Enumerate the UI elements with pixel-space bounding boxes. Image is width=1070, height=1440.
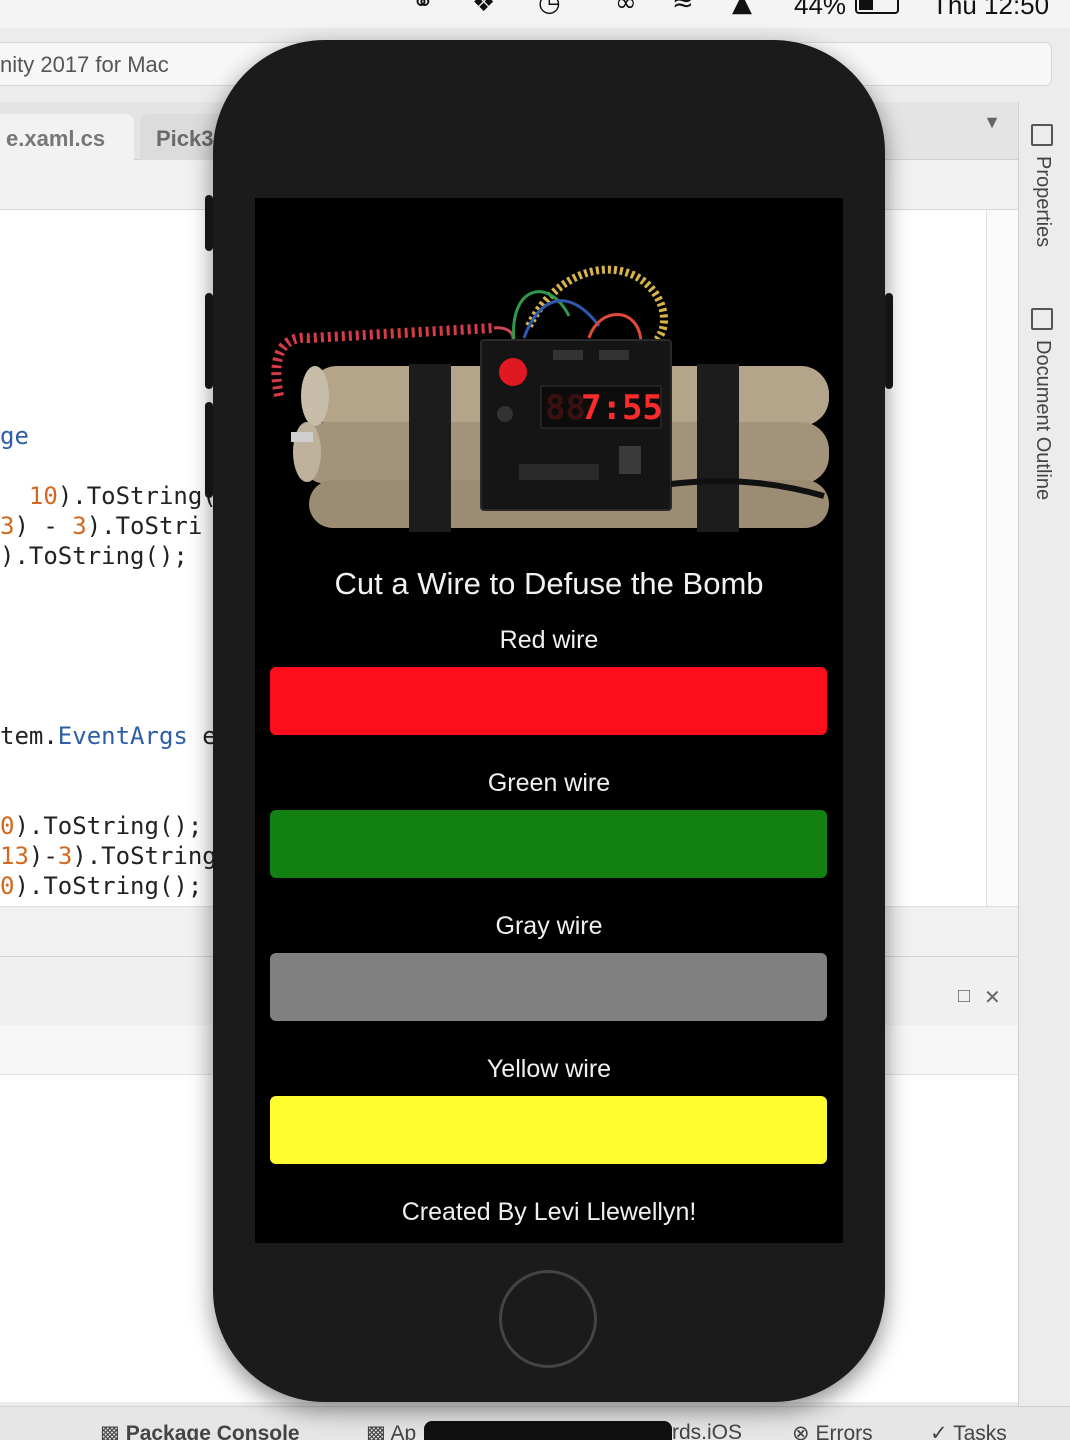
time-machine-icon[interactable]: ◷: [538, 0, 561, 18]
code-line: 0).ToString();: [0, 872, 203, 900]
window-title: nity 2017 for Mac: [0, 52, 169, 77]
red-wire-button[interactable]: [270, 667, 827, 735]
volume-up-button: [205, 293, 213, 389]
iphone-simulator: 7:55 88 Cut a Wire to Defuse the Bomb Re…: [205, 40, 893, 1402]
airplay-icon[interactable]: ▲: [732, 0, 752, 18]
app-screen: 7:55 88 Cut a Wire to Defuse the Bomb Re…: [255, 198, 843, 1243]
code-line: tem.EventArgs e: [0, 722, 217, 750]
credit-text: Created By Levi Llewellyn!: [401, 1198, 697, 1226]
mute-switch: [205, 195, 213, 251]
creative-cloud-icon[interactable]: ⚭: [412, 0, 434, 18]
properties-icon: [1031, 124, 1053, 146]
tab-label: e.xaml.cs: [6, 126, 106, 151]
yellow-wire-label: Yellow wire: [486, 1055, 612, 1083]
code-line: ge: [0, 422, 29, 450]
battery-percent[interactable]: 44%: [794, 0, 846, 21]
close-icon[interactable]: ✕: [984, 985, 1001, 1010]
error-icon: ⊗: [792, 1422, 810, 1440]
code-line: 10).ToString(: [28, 482, 217, 510]
right-side-panel: Properties Document Outline: [1018, 102, 1070, 1406]
dropbox-icon[interactable]: ❖: [472, 0, 495, 18]
volume-down-button: [205, 402, 213, 498]
yellow-wire-button[interactable]: [270, 1096, 827, 1164]
status-bar: ▩ Package Console ▩ Ap rds.iOS ⊗ Errors …: [0, 1406, 1070, 1440]
bomb-timer-display: 7:55: [581, 388, 663, 428]
code-line: ).ToString();: [0, 542, 188, 570]
tab-label: Pick3: [156, 126, 214, 151]
document-outline-icon: [1031, 308, 1053, 330]
menu-clock[interactable]: Thu 12:50: [932, 0, 1049, 21]
bluetooth-icon[interactable]: ∞: [615, 0, 637, 18]
svg-text:88: 88: [545, 388, 586, 428]
tab-overflow-chevron-down-icon[interactable]: ▼: [972, 112, 1012, 156]
battery-icon[interactable]: [855, 0, 899, 14]
package-console-button[interactable]: ▩ Package Console: [100, 1421, 300, 1440]
terminal-icon: ▩: [366, 1422, 386, 1440]
code-line: 3) - 3).ToStri: [0, 512, 203, 540]
editor-scrollbar[interactable]: [986, 210, 1018, 906]
maximize-icon[interactable]: □: [958, 985, 970, 1008]
menu-bar: ⚭ ❖ ◷ ∞ ≈ ▲ 44% Thu 12:50: [0, 0, 1070, 28]
tab-xaml-cs[interactable]: e.xaml.cs: [0, 114, 134, 160]
properties-tab[interactable]: Properties: [1031, 124, 1061, 247]
tasks-button[interactable]: ✓ Tasks: [930, 1421, 1007, 1440]
power-button: [885, 293, 893, 389]
properties-label: Properties: [1032, 156, 1054, 248]
home-button[interactable]: [499, 1270, 597, 1368]
green-wire-button[interactable]: [270, 810, 827, 878]
application-output-button[interactable]: ▩ Ap: [366, 1421, 416, 1440]
wifi-icon[interactable]: ≈: [672, 0, 694, 18]
gray-wire-label: Gray wire: [495, 912, 603, 940]
document-outline-tab[interactable]: Document Outline: [1031, 308, 1061, 500]
terminal-icon: ▩: [100, 1422, 120, 1440]
checkmark-icon: ✓: [930, 1422, 948, 1440]
ios-output-button[interactable]: rds.iOS: [672, 1421, 742, 1440]
green-wire-label: Green wire: [487, 769, 611, 797]
red-wire-label: Red wire: [499, 626, 599, 654]
document-outline-label: Document Outline: [1032, 340, 1054, 501]
bomb-image: 7:55 88: [271, 265, 829, 532]
gray-wire-button[interactable]: [270, 953, 827, 1021]
errors-button[interactable]: ⊗ Errors: [792, 1421, 873, 1440]
code-line: 13)-3).ToString: [0, 842, 217, 870]
app-title: Cut a Wire to Defuse the Bomb: [334, 566, 764, 601]
simulator-overlap: [424, 1421, 672, 1440]
code-line: 0).ToString();: [0, 812, 203, 840]
